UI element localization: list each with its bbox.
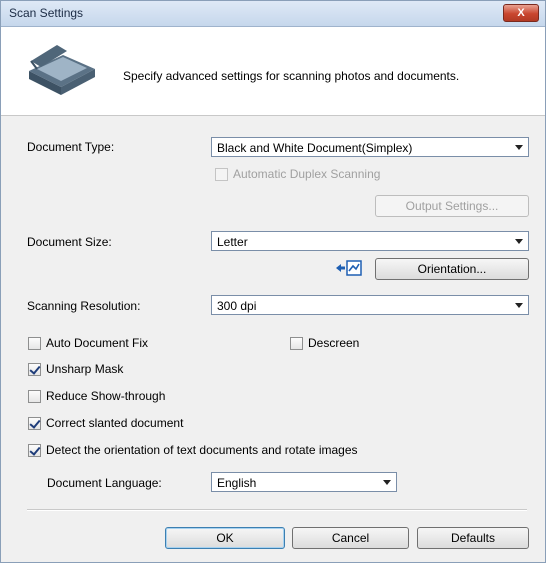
defaults-button[interactable]: Defaults bbox=[417, 527, 529, 549]
reduce-show-through-label: Reduce Show-through bbox=[46, 389, 166, 403]
scanning-resolution-value: 300 dpi bbox=[217, 299, 257, 313]
chevron-down-icon bbox=[515, 145, 523, 150]
auto-duplex-checkbox[interactable] bbox=[215, 168, 228, 181]
dialog-header: Specify advanced settings for scanning p… bbox=[1, 27, 545, 116]
ok-label: OK bbox=[216, 531, 234, 545]
orientation-button[interactable]: Orientation... bbox=[375, 258, 529, 280]
reduce-show-through-checkbox[interactable] bbox=[28, 390, 41, 403]
unsharp-mask-label: Unsharp Mask bbox=[46, 362, 124, 376]
detect-orientation-checkbox[interactable] bbox=[28, 444, 41, 457]
chevron-down-icon bbox=[515, 303, 523, 308]
output-settings-label: Output Settings... bbox=[405, 199, 499, 213]
scanning-resolution-select[interactable]: 300 dpi bbox=[211, 295, 529, 315]
unsharp-mask-checkbox[interactable] bbox=[28, 363, 41, 376]
cancel-label: Cancel bbox=[331, 531, 370, 545]
detect-orientation-label: Detect the orientation of text documents… bbox=[46, 443, 358, 457]
document-language-select[interactable]: English bbox=[211, 472, 397, 492]
auto-document-fix-checkbox[interactable] bbox=[28, 337, 41, 350]
correct-slanted-checkbox[interactable] bbox=[28, 417, 41, 430]
orientation-label: Orientation... bbox=[417, 262, 487, 276]
scanning-resolution-label: Scanning Resolution: bbox=[27, 299, 141, 313]
document-type-label: Document Type: bbox=[27, 140, 115, 154]
header-description: Specify advanced settings for scanning p… bbox=[123, 69, 460, 83]
descreen-label: Descreen bbox=[308, 336, 360, 350]
document-size-select[interactable]: Letter bbox=[211, 231, 529, 251]
window-title: Scan Settings bbox=[9, 6, 84, 20]
document-size-label: Document Size: bbox=[27, 235, 112, 249]
scan-settings-dialog: Scan Settings X Specify advanced setting… bbox=[0, 0, 546, 563]
output-settings-button[interactable]: Output Settings... bbox=[375, 195, 529, 217]
title-bar: Scan Settings X bbox=[1, 1, 545, 27]
document-type-value: Black and White Document(Simplex) bbox=[217, 141, 413, 155]
correct-slanted-label: Correct slanted document bbox=[46, 416, 184, 430]
ok-button[interactable]: OK bbox=[165, 527, 285, 549]
chevron-down-icon bbox=[383, 480, 391, 485]
close-button[interactable]: X bbox=[503, 4, 539, 22]
scanner-icon bbox=[29, 45, 95, 95]
cancel-button[interactable]: Cancel bbox=[292, 527, 409, 549]
chevron-down-icon bbox=[515, 239, 523, 244]
document-language-label: Document Language: bbox=[47, 476, 162, 490]
orientation-icon bbox=[336, 260, 362, 276]
descreen-checkbox[interactable] bbox=[290, 337, 303, 350]
defaults-label: Defaults bbox=[450, 531, 496, 545]
auto-document-fix-label: Auto Document Fix bbox=[46, 336, 149, 350]
document-language-value: English bbox=[217, 476, 257, 490]
footer-divider bbox=[27, 509, 527, 511]
document-type-select[interactable]: Black and White Document(Simplex) bbox=[211, 137, 529, 157]
close-icon: X bbox=[517, 6, 525, 19]
auto-duplex-label: Automatic Duplex Scanning bbox=[233, 167, 381, 181]
document-size-value: Letter bbox=[217, 235, 248, 249]
